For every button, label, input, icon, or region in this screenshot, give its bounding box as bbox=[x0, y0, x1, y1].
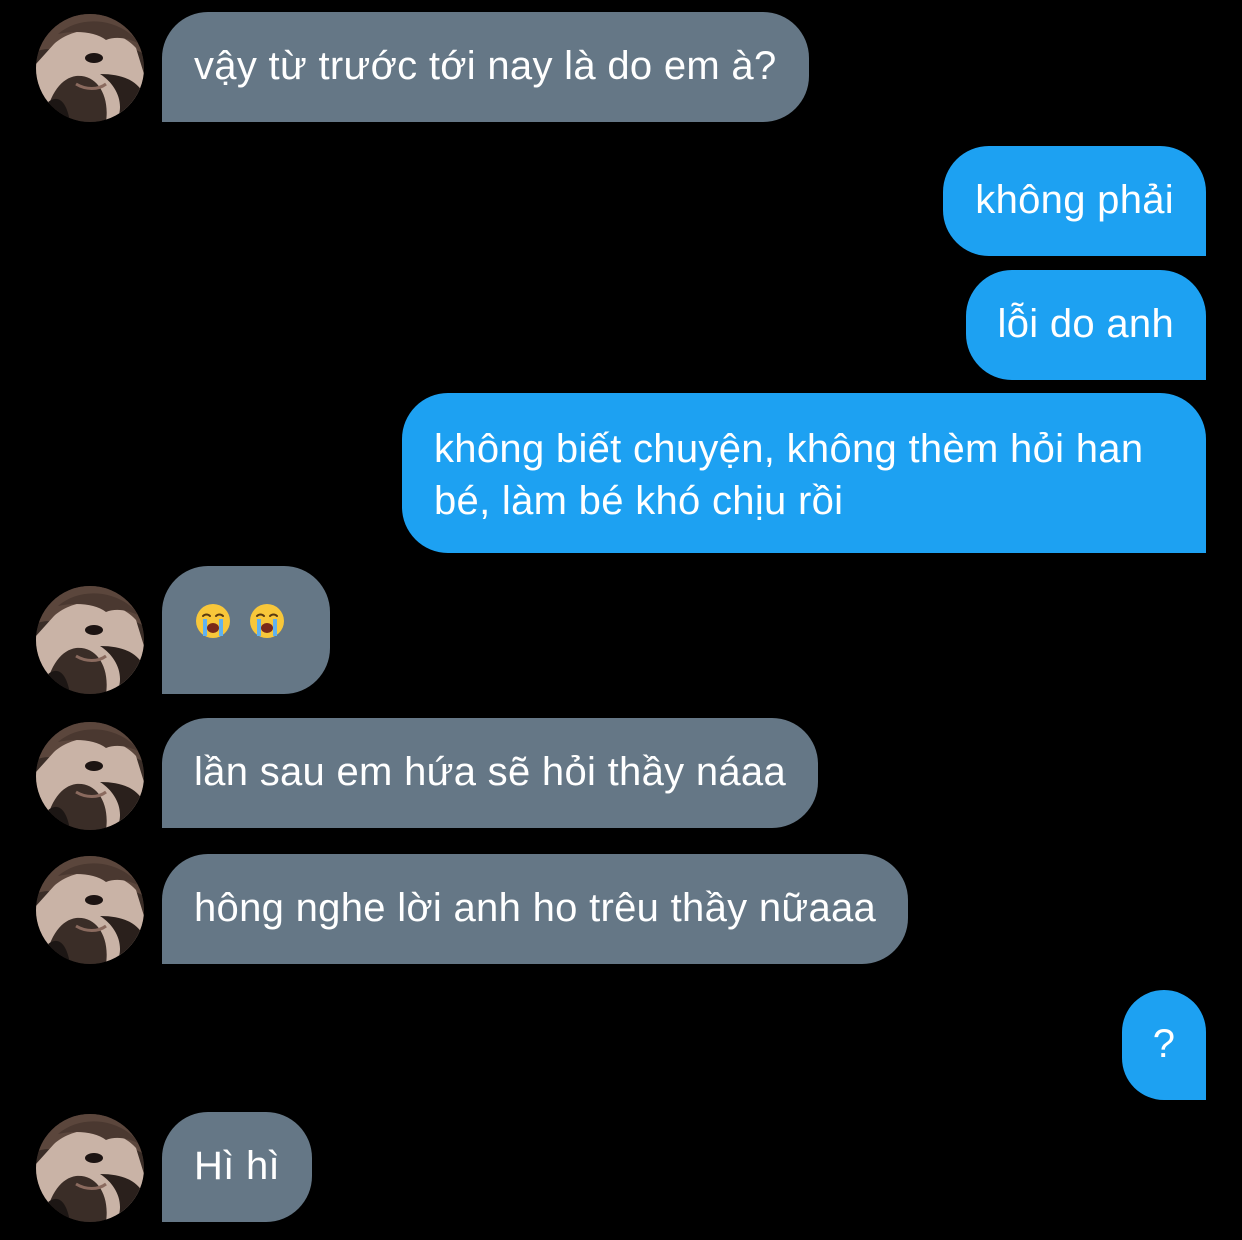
message-bubble-incoming[interactable]: lần sau em hứa sẽ hỏi thầy náaa bbox=[162, 718, 819, 828]
message-bubble-incoming[interactable]: vậy từ trước tới nay là do em à? bbox=[162, 12, 809, 122]
message-bubble-incoming[interactable]: hông nghe lời anh ho trêu thầy nữaaa bbox=[162, 854, 909, 964]
message-bubble-incoming[interactable]: Hì hì bbox=[162, 1112, 312, 1222]
avatar[interactable] bbox=[36, 722, 144, 830]
avatar[interactable] bbox=[36, 586, 144, 694]
loudly-crying-face-icon bbox=[194, 602, 232, 640]
avatar[interactable] bbox=[36, 1114, 144, 1222]
message-text: hông nghe lời anh ho trêu thầy nữaaa bbox=[194, 886, 877, 930]
message-bubble-outgoing[interactable]: không biết chuyện, không thèm hỏi han bé… bbox=[402, 393, 1206, 553]
avatar[interactable] bbox=[36, 14, 144, 122]
avatar-photo-icon bbox=[36, 856, 144, 964]
message-bubble-outgoing[interactable]: lỗi do anh bbox=[965, 270, 1206, 380]
message-bubble-outgoing[interactable]: ? bbox=[1122, 990, 1206, 1100]
message-text: ? bbox=[1152, 1022, 1176, 1066]
message-bubble-outgoing[interactable]: không phải bbox=[943, 146, 1206, 256]
message-text: Hì hì bbox=[194, 1144, 280, 1188]
message-text: lỗi do anh bbox=[997, 302, 1174, 346]
message-bubble-incoming[interactable] bbox=[162, 566, 330, 694]
message-text: không biết chuyện, không thèm hỏi han bé… bbox=[434, 427, 1144, 523]
message-text: lần sau em hứa sẽ hỏi thầy náaa bbox=[194, 750, 787, 794]
loudly-crying-face-icon bbox=[248, 602, 286, 640]
avatar[interactable] bbox=[36, 856, 144, 964]
avatar-photo-icon bbox=[36, 586, 144, 694]
avatar-photo-icon bbox=[36, 1114, 144, 1222]
message-text: vậy từ trước tới nay là do em à? bbox=[194, 44, 777, 88]
message-text: không phải bbox=[975, 178, 1174, 222]
avatar-photo-icon bbox=[36, 722, 144, 830]
avatar-photo-icon bbox=[36, 14, 144, 122]
